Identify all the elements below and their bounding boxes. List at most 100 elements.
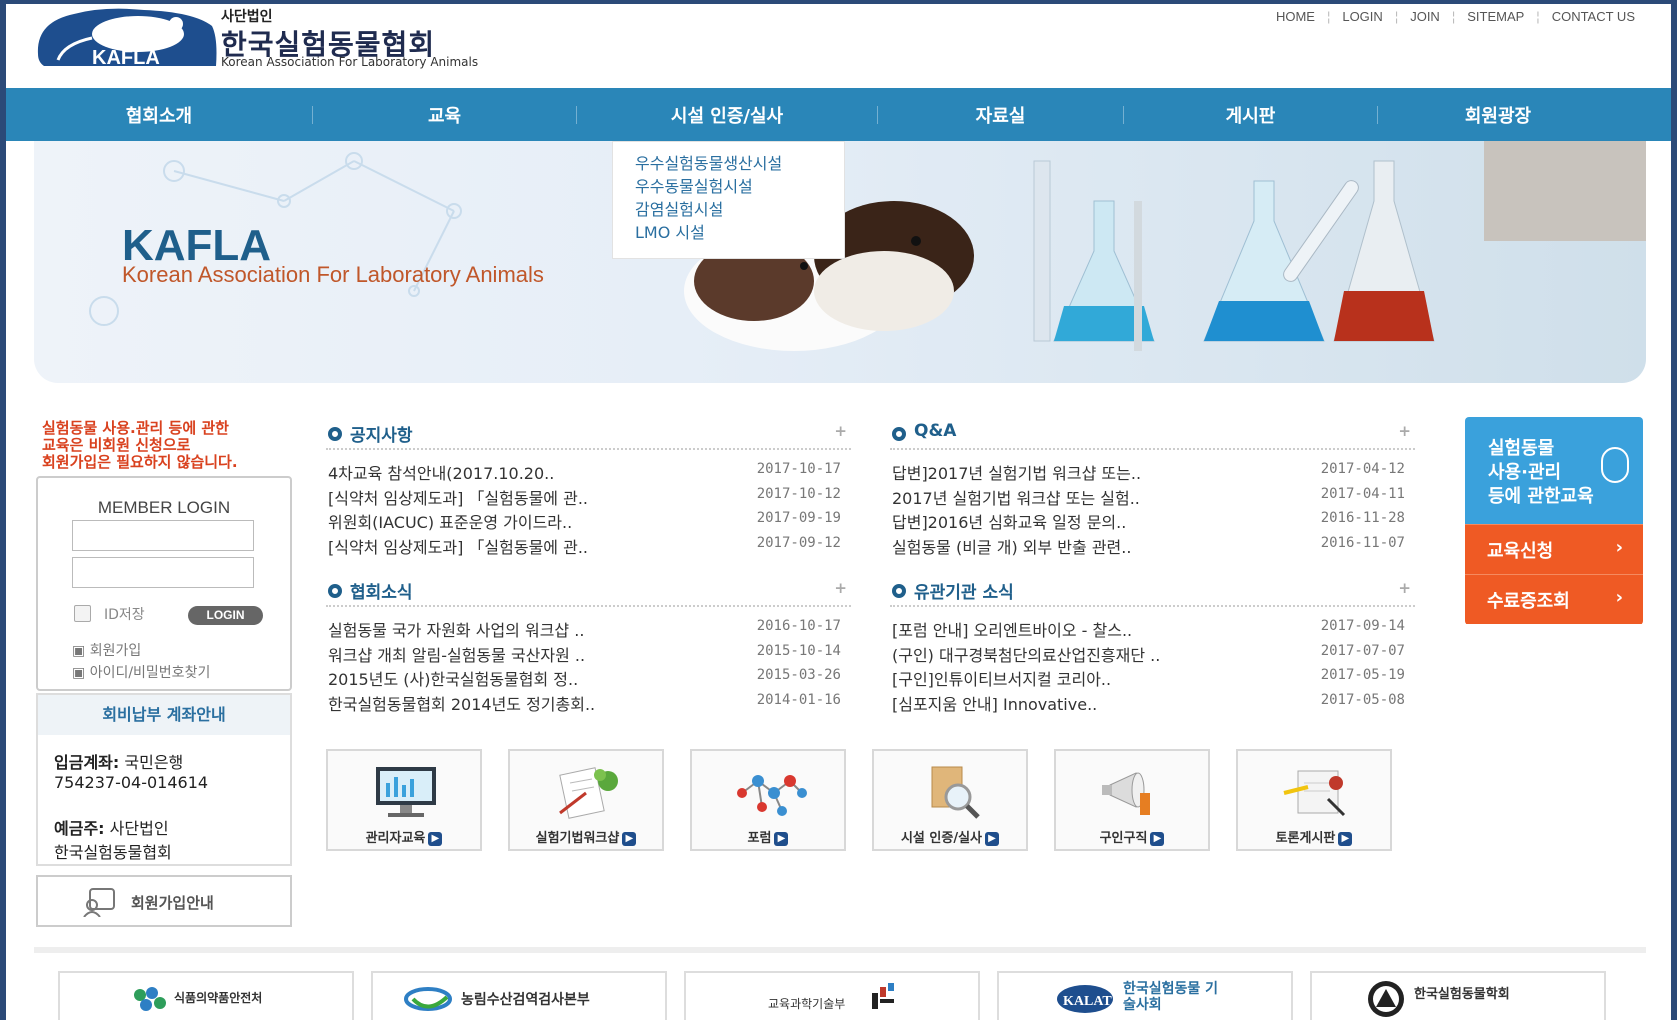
list-item[interactable]: 실험동물 국가 자원화 사업의 워크샵 .. 2016-10-17: [326, 615, 851, 640]
nav-item-members[interactable]: 회원광장: [1378, 102, 1618, 128]
education-apply-button[interactable]: 교육신청 ›: [1465, 524, 1643, 574]
top-link-home[interactable]: HOME: [1264, 9, 1327, 24]
more-plus-icon[interactable]: +: [1398, 422, 1411, 440]
list-item[interactable]: 답변]2017년 실험기법 워크샵 또는.. 2017-04-12: [890, 458, 1415, 483]
list-item[interactable]: 2015년도 (사)한국실험동물협회 정.. 2015-03-26: [326, 664, 851, 689]
find-account-link[interactable]: ▣ 아이디/비밀번호찾기: [72, 662, 210, 682]
list-item[interactable]: [포럼 안내] 오리엔트바이오 - 찰스.. 2017-09-14: [890, 615, 1415, 640]
certificate-lookup-button[interactable]: 수료증조회 ›: [1465, 574, 1643, 624]
join-guide-button[interactable]: 회원가입안내: [36, 875, 292, 927]
dropdown-item-infection[interactable]: 감염실험시설: [635, 198, 844, 221]
chevron-right-icon: ›: [1615, 587, 1623, 608]
dropdown-item-experiment[interactable]: 우수동물실험시설: [635, 175, 844, 198]
board-title[interactable]: 협회소식: [350, 578, 413, 603]
quick-jobs[interactable]: 구인구직 ▶: [1054, 749, 1210, 851]
list-item[interactable]: 한국실험동물협회 2014년도 정기총회.. 2014-01-16: [326, 689, 851, 714]
top-utility-nav: HOME ¦ LOGIN ¦ JOIN ¦ SITEMAP ¦ CONTACT US: [1264, 9, 1647, 24]
board-header: Q&A +: [890, 418, 1415, 450]
list-item-date: 2017-04-11: [1320, 485, 1405, 502]
board-title[interactable]: Q&A: [914, 421, 956, 441]
quick-discussion[interactable]: 토론게시판 ▶: [1236, 749, 1392, 851]
list-item[interactable]: 2017년 실험기법 워크샵 또는 실험.. 2017-04-11: [890, 483, 1415, 508]
bank-title: 회비납부 계좌안내: [38, 695, 290, 735]
list-item-subject: [식약처 임상제도과] 「실험동물에 관..: [328, 488, 588, 508]
list-item[interactable]: [구인]인튜이티브서지컬 코리아.. 2017-05-19: [890, 664, 1415, 689]
partner-mfds[interactable]: 식품의약품안전처: [58, 971, 354, 1020]
molecule-icon: [737, 775, 807, 816]
password-input[interactable]: [72, 557, 254, 588]
list-item[interactable]: (구인) 대구경북첨단의료산업진흥재단 .. 2017-07-07: [890, 640, 1415, 665]
quick-label: 관리자교육 ▶: [328, 827, 480, 846]
quick-forum[interactable]: 포럼 ▶: [690, 749, 846, 851]
list-item[interactable]: 위원회(IACUC) 표준운영 가이드라.. 2017-09-19: [326, 507, 851, 532]
board-notice: 공지사항 + 4차교육 참석안내(2017.10.20.. 2017-10-17 …: [326, 418, 851, 557]
more-plus-icon[interactable]: +: [834, 422, 847, 440]
list-item[interactable]: 실험동물 (비글 개) 외부 반출 관련.. 2016-11-07: [890, 532, 1415, 557]
list-item-date: 2014-01-16: [756, 691, 841, 708]
bullet-icon: [328, 584, 342, 598]
top-link-contact[interactable]: CONTACT US: [1540, 9, 1647, 24]
save-id-checkbox[interactable]: [74, 605, 91, 622]
partner-name: 농림수산검역검사본부: [461, 992, 590, 1008]
join-guide-icon: [83, 888, 115, 917]
list-item-date: 2017-05-08: [1320, 691, 1405, 708]
bullet-icon: ▣: [72, 643, 90, 659]
list-item-subject: 답변]2017년 실험기법 워크샵 또는..: [892, 464, 1142, 483]
board-qna: Q&A + 답변]2017년 실험기법 워크샵 또는.. 2017-04-12 2…: [890, 418, 1415, 557]
list-item[interactable]: 답변]2016년 심화교육 일정 문의.. 2016-11-28: [890, 507, 1415, 532]
list-item-date: 2016-11-07: [1320, 534, 1405, 551]
list-item-date: 2017-10-17: [756, 461, 841, 477]
quick-label-text: 구인구직: [1099, 831, 1148, 846]
arrow-right-icon: ▶: [428, 831, 443, 846]
board-title[interactable]: 유관기관 소식: [914, 578, 1014, 603]
nav-item-board[interactable]: 게시판: [1124, 102, 1377, 128]
list-item[interactable]: 워크샵 개최 알림-실험동물 국산자원 .. 2015-10-14: [326, 640, 851, 665]
dropdown-item-production[interactable]: 우수실험동물생산시설: [635, 152, 844, 175]
partner-kalat[interactable]: KALAT 한국실험동물 기술사회: [997, 971, 1293, 1020]
nav-item-archive[interactable]: 자료실: [878, 102, 1123, 128]
partner-kalas[interactable]: 한국실험동물학회: [1310, 971, 1606, 1020]
quick-admin-education[interactable]: 관리자교육 ▶: [326, 749, 482, 851]
top-link-join[interactable]: JOIN: [1398, 9, 1452, 24]
list-item-subject: (구인) 대구경북첨단의료산업진흥재단 ..: [892, 645, 1161, 665]
login-button[interactable]: LOGIN: [188, 606, 263, 625]
list-item[interactable]: 4차교육 참석안내(2017.10.20.. 2017-10-17: [326, 458, 851, 483]
quick-label-text: 실험기법워크샵: [535, 831, 620, 846]
holder-name-2: 한국실험동물협회: [54, 843, 172, 862]
list-item-date: 2015-03-26: [756, 667, 841, 683]
quick-label: 포럼 ▶: [692, 827, 844, 846]
id-input[interactable]: [72, 520, 254, 551]
member-login-box: MEMBER LOGIN ID저장 LOGIN ▣ 회원가입 ▣ 아이디/비밀번…: [36, 476, 292, 691]
top-link-login[interactable]: LOGIN: [1330, 9, 1394, 24]
partner-moe[interactable]: 교육과학기술부: [684, 971, 980, 1020]
banner-subtitle: Korean Association For Laboratory Animal…: [122, 262, 544, 287]
list-item[interactable]: [식약처 임상제도과] 「실험동물에 관.. 2017-10-12: [326, 483, 851, 508]
list-item[interactable]: [심포지움 안내] Innovative.. 2017-05-08: [890, 689, 1415, 714]
kafla-logo[interactable]: KAFLA: [34, 4, 219, 70]
join-guide-label: 회원가입안내: [131, 894, 214, 912]
footer-divider: [34, 947, 1646, 953]
list-item-date: 2017-05-19: [1320, 667, 1405, 683]
list-item-subject: [심포지움 안내] Innovative..: [892, 694, 1098, 714]
quick-facility[interactable]: 시설 인증/실사 ▶: [872, 749, 1028, 851]
list-item[interactable]: [식약처 임상제도과] 「실험동물에 관.. 2017-09-12: [326, 532, 851, 557]
dropdown-item-lmo[interactable]: LMO 시설: [635, 221, 844, 244]
board-title[interactable]: 공지사항: [350, 421, 413, 446]
join-link[interactable]: ▣ 회원가입: [72, 640, 141, 660]
kalat-logo-icon: KALAT: [1057, 985, 1113, 1013]
quick-workshop[interactable]: 실험기법워크샵 ▶: [508, 749, 664, 851]
education-banner[interactable]: 실험동물 사용·관리 등에 관한교육: [1465, 417, 1643, 524]
top-link-sitemap[interactable]: SITEMAP: [1455, 9, 1536, 24]
bank-name: 국민은행: [124, 753, 184, 772]
kalas-logo-icon: [1368, 981, 1404, 1017]
board-header: 공지사항 +: [326, 418, 851, 450]
nav-item-facility[interactable]: 시설 인증/실사: [577, 102, 877, 128]
nav-item-education[interactable]: 교육: [313, 102, 576, 128]
nav-item-about[interactable]: 협회소개: [6, 102, 312, 128]
partner-qia[interactable]: 농림수산검역검사본부: [371, 971, 667, 1020]
more-plus-icon[interactable]: +: [834, 579, 847, 597]
more-plus-icon[interactable]: +: [1398, 579, 1411, 597]
bank-account-box: 회비납부 계좌안내 입금계좌: 국민은행 754237-04-014614 예금…: [36, 693, 292, 866]
arrow-right-icon: ▶: [1150, 831, 1165, 846]
mouse-icon: [1601, 447, 1629, 483]
